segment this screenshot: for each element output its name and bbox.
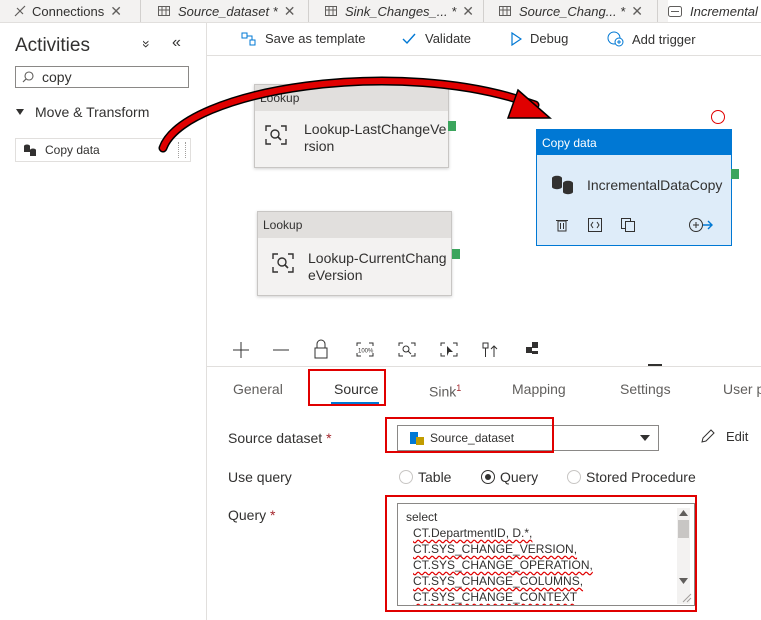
copy-data-icon <box>24 144 36 156</box>
panel-divider <box>207 366 761 367</box>
expand-all-icon[interactable]: » <box>139 40 155 48</box>
template-icon <box>241 32 256 45</box>
tab-sink-changes[interactable]: Sink_Changes_... * ✕ <box>325 0 474 22</box>
zoom-100-icon[interactable]: 100% <box>356 342 374 357</box>
trigger-icon <box>607 31 624 47</box>
category-move-transform[interactable]: Move & Transform <box>15 104 149 120</box>
success-port[interactable] <box>731 169 739 179</box>
radio-label: Stored Procedure <box>586 469 696 485</box>
tab-mapping[interactable]: Mapping <box>512 381 566 397</box>
close-icon[interactable]: ✕ <box>284 3 296 20</box>
highlight-source-tab <box>308 369 386 406</box>
toolbar-label: Save as template <box>265 31 366 46</box>
canvas-toolbar: 100% <box>233 339 538 359</box>
clone-icon[interactable] <box>621 218 635 232</box>
add-output-icon[interactable] <box>688 217 714 233</box>
label-text: Query <box>228 507 267 523</box>
radio-label: Query <box>500 469 539 485</box>
close-icon[interactable]: ✕ <box>110 3 122 20</box>
radio-circle <box>567 470 581 484</box>
error-count-badge: 1 <box>456 383 462 393</box>
zoom-in-icon[interactable] <box>233 342 249 358</box>
radio-table[interactable]: Table <box>399 469 451 485</box>
tab-general[interactable]: General <box>233 381 283 397</box>
validate-button[interactable]: Validate <box>401 31 471 46</box>
chevron-down-icon <box>640 435 650 441</box>
highlight-query-box <box>385 495 697 612</box>
activity-type: Lookup <box>258 212 451 238</box>
activity-name: Lookup-CurrentChang eVersion <box>308 250 447 283</box>
tab-label: Source_Chang... * <box>519 3 626 19</box>
radio-query[interactable]: Query <box>481 469 538 485</box>
activities-title: Activities <box>15 35 90 56</box>
required-mark: * <box>326 430 332 446</box>
caret-down-icon <box>16 109 24 115</box>
search-icon <box>22 71 34 83</box>
layout-icon[interactable] <box>526 342 538 354</box>
toolbar-label: Add trigger <box>632 31 696 47</box>
activity-name: IncrementalDataCopy <box>587 177 723 193</box>
tab-user-properties[interactable]: User p <box>723 381 761 397</box>
add-trigger-button[interactable]: Add trigger <box>606 31 696 47</box>
tab-settings[interactable]: Settings <box>620 381 671 397</box>
edit-button[interactable]: Edit <box>700 428 748 444</box>
toolbar-label: Validate <box>425 31 472 46</box>
auto-align-icon[interactable] <box>482 342 498 357</box>
search-value: copy <box>42 69 72 85</box>
zoom-to-fit-icon[interactable] <box>398 342 416 357</box>
tab-incremental[interactable]: Incremental <box>668 0 761 22</box>
check-icon <box>402 33 416 44</box>
tab-label: Source_dataset * <box>178 3 278 19</box>
drag-annotation-arrow <box>158 76 552 153</box>
toolbar-label: Debug <box>530 31 569 46</box>
save-as-template-button[interactable]: Save as template <box>241 31 365 46</box>
table-icon <box>158 6 170 16</box>
debug-button[interactable]: Debug <box>510 31 568 46</box>
close-icon[interactable]: ✕ <box>631 3 643 20</box>
use-query-label: Use query <box>228 469 292 485</box>
source-dataset-label: Source dataset * <box>228 430 332 446</box>
required-mark: * <box>270 507 276 523</box>
select-icon[interactable] <box>440 342 458 357</box>
success-port[interactable] <box>452 249 460 259</box>
tab-sink[interactable]: Sink1 <box>429 383 461 400</box>
code-icon[interactable] <box>588 218 602 232</box>
tab-label: Incremental <box>690 4 758 19</box>
tab-label: Sink <box>429 383 457 400</box>
connections-icon <box>14 5 26 17</box>
error-indicator-icon[interactable] <box>711 110 725 124</box>
category-label: Move & Transform <box>35 104 150 120</box>
radio-circle <box>399 470 413 484</box>
query-label: Query * <box>228 507 275 523</box>
lookup-icon <box>272 253 294 273</box>
pencil-icon <box>701 429 715 443</box>
table-icon <box>325 6 337 16</box>
tab-source-changes[interactable]: Source_Chang... * ✕ <box>499 0 643 22</box>
document-tab-bar: Connections ✕ Source_dataset * ✕ Sink_Ch… <box>0 0 761 23</box>
tab-source-dataset[interactable]: Source_dataset * ✕ <box>158 0 295 22</box>
radio-circle-selected <box>481 470 495 484</box>
radio-label: Table <box>418 469 452 485</box>
highlight-source-dataset <box>385 417 554 453</box>
table-icon <box>499 6 511 16</box>
collapse-panel-icon[interactable]: « <box>172 34 181 52</box>
pipeline-icon <box>668 5 682 17</box>
delete-icon[interactable] <box>556 218 568 232</box>
panel-resize-handle[interactable] <box>648 364 662 366</box>
close-icon[interactable]: ✕ <box>462 3 474 20</box>
lock-icon[interactable] <box>314 339 328 359</box>
label-text: Source dataset <box>228 430 323 446</box>
play-icon <box>511 31 522 46</box>
tab-label: Connections <box>32 3 105 19</box>
copy-data-activity[interactable]: Copy data IncrementalDataCopy <box>536 129 732 246</box>
radio-stored-procedure[interactable]: Stored Procedure <box>567 469 696 485</box>
tab-label: Sink_Changes_... * <box>345 3 457 19</box>
edit-label: Edit <box>726 428 749 444</box>
tab-connections[interactable]: Connections ✕ <box>14 0 122 22</box>
activity-type: Copy data <box>537 130 731 155</box>
lookup-activity-current-change[interactable]: Lookup Lookup-CurrentChang eVersion <box>257 211 452 296</box>
copy-data-icon <box>552 175 573 195</box>
activity-label: Copy data <box>45 143 100 157</box>
svg-text:100%: 100% <box>358 349 374 355</box>
